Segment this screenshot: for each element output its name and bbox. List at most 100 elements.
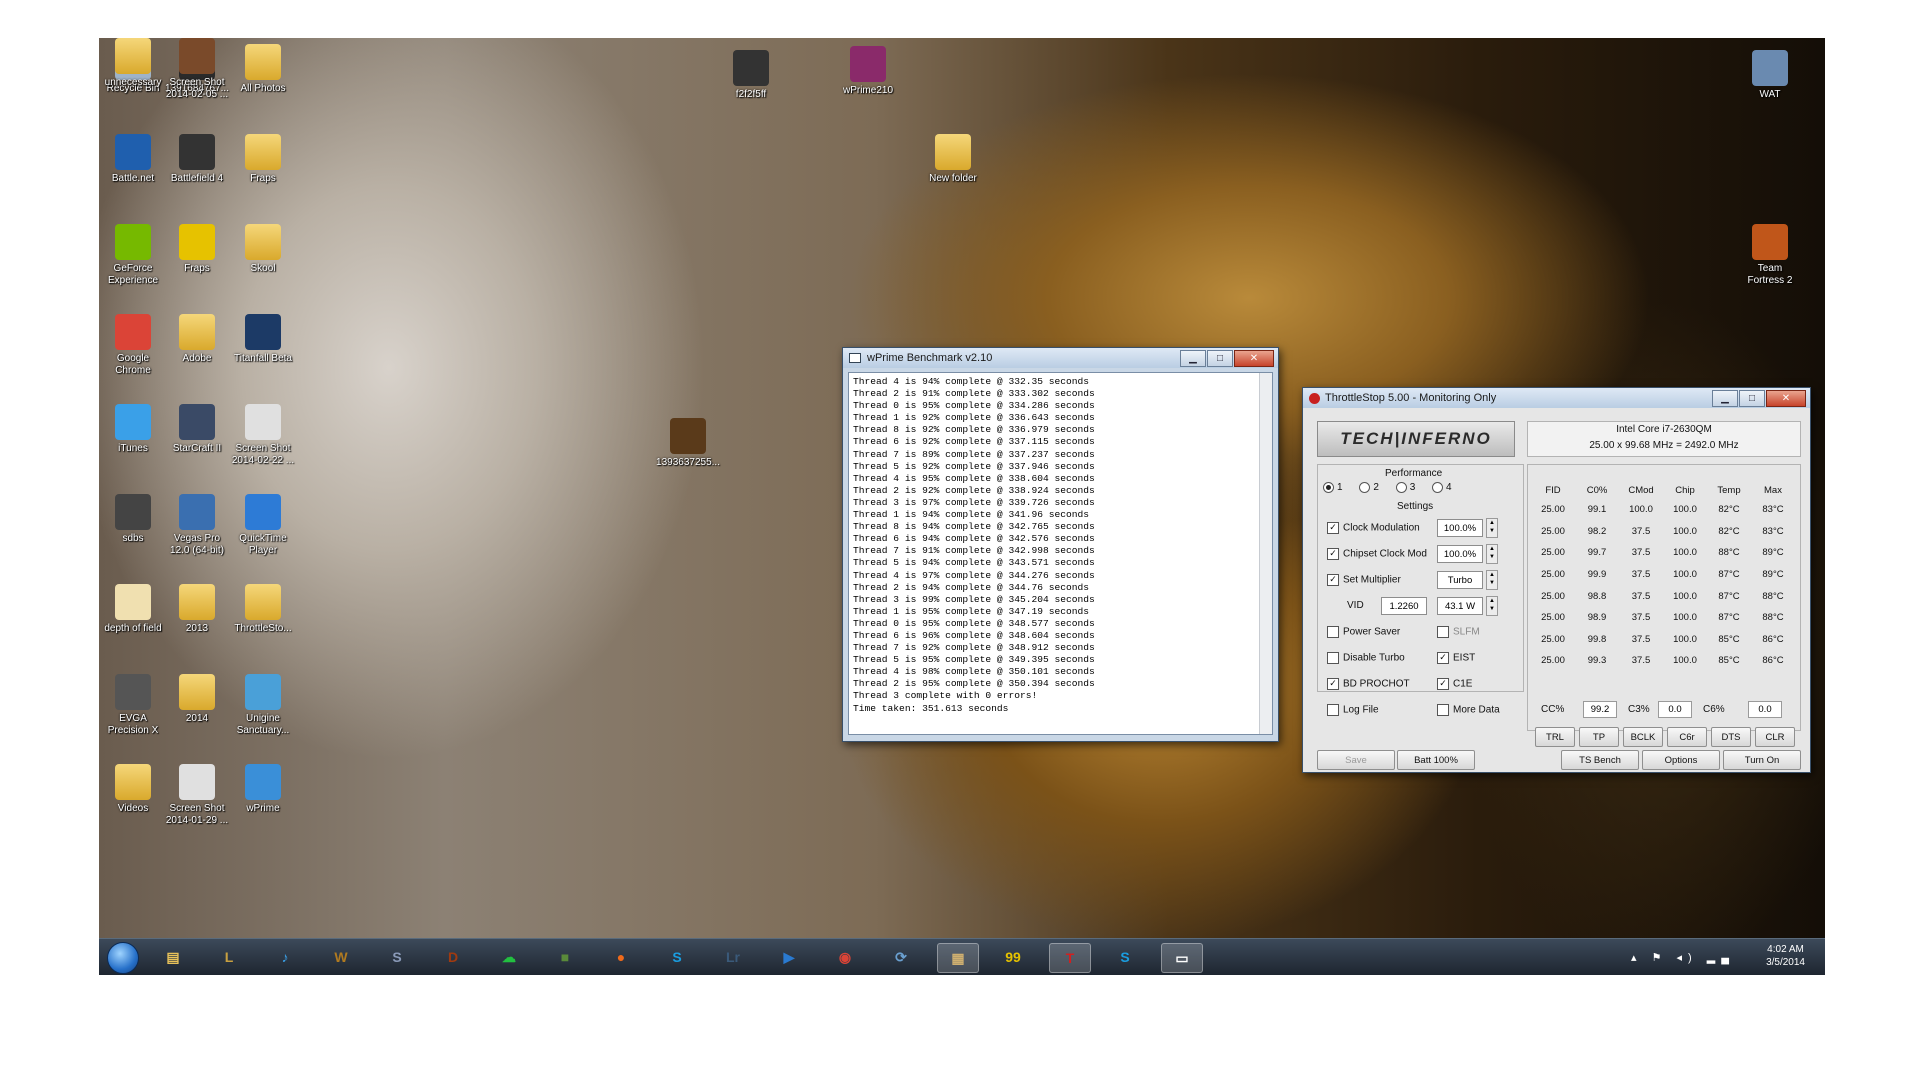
mini-button-bclk[interactable]: BCLK xyxy=(1623,727,1663,747)
more-data-checkbox[interactable]: More Data xyxy=(1437,704,1500,716)
diablo-icon[interactable]: D xyxy=(433,943,473,971)
screenshot-icon xyxy=(179,764,215,800)
desktop-icon[interactable]: ThrottleSto... xyxy=(223,584,303,635)
eist-checkbox[interactable]: ✓ EIST xyxy=(1437,652,1475,664)
ts-bench-button[interactable]: TS Bench xyxy=(1561,750,1639,770)
desktop-icon[interactable]: Team Fortress 2 xyxy=(1730,224,1810,287)
wprime-window[interactable]: wPrime Benchmark v2.10 ▁ □ ✕ Thread 4 is… xyxy=(842,347,1279,742)
set-multiplier-value[interactable]: Turbo xyxy=(1437,571,1483,589)
desktop-icon[interactable]: wPrime xyxy=(223,764,303,815)
skype-icon[interactable]: S xyxy=(657,943,697,971)
vegas-icon[interactable]: ▶ xyxy=(769,943,809,971)
chrome-icon[interactable]: ◉ xyxy=(825,943,865,971)
skype-icon[interactable]: S xyxy=(1105,943,1145,971)
power-spinner[interactable]: ▲ ▼ xyxy=(1486,596,1498,616)
wow-icon[interactable]: W xyxy=(321,943,361,971)
clock-modulation-value[interactable]: 100.0% xyxy=(1437,519,1483,537)
desktop-icon[interactable]: QuickTime Player xyxy=(223,494,303,557)
fraps-icon[interactable]: 99 xyxy=(993,943,1033,971)
desktop-icon[interactable]: New folder xyxy=(913,134,993,185)
minimize-button[interactable]: ▁ xyxy=(1712,390,1738,407)
console-line: Thread 2 is 91% complete @ 333.302 secon… xyxy=(853,388,1095,400)
maximize-button[interactable]: □ xyxy=(1739,390,1765,407)
turn-on-button[interactable]: Turn On xyxy=(1723,750,1801,770)
throttlestop-titlebar[interactable]: ThrottleStop 5.00 - Monitoring Only ▁ □ … xyxy=(1303,388,1810,408)
desktop-icon[interactable]: WAT xyxy=(1730,50,1810,101)
desktop-icon-label: Titanfall Beta xyxy=(234,353,292,364)
desktop-icon[interactable]: Titanfall Beta xyxy=(223,314,303,365)
save-button[interactable]: Save xyxy=(1317,750,1395,770)
battery-button[interactable]: Batt 100% xyxy=(1397,750,1475,770)
origin-icon[interactable]: ● xyxy=(601,943,641,971)
core-cell: 86°C xyxy=(1762,655,1784,667)
core-row: 25.00 98.8 37.5 100.0 87°C 88°C xyxy=(1531,585,1795,607)
options-button[interactable]: Options xyxy=(1642,750,1720,770)
desktop-icon[interactable]: Fraps xyxy=(223,134,303,185)
throttlestop-icon[interactable]: T xyxy=(1049,943,1091,973)
explorer-icon[interactable]: ▤ xyxy=(153,943,193,971)
desktop-icon[interactable]: Unigine Sanctuary... xyxy=(223,674,303,737)
desktop-icon[interactable]: wPrime210 xyxy=(828,46,908,97)
techinferno-logo[interactable]: TECH|INFERNO xyxy=(1317,421,1515,457)
cpu-frequency: 25.00 x 99.68 MHz = 2492.0 MHz xyxy=(1589,440,1739,451)
c3-value: 0.0 xyxy=(1658,701,1692,718)
profile-radio-4[interactable]: 4 xyxy=(1432,482,1452,493)
start-button[interactable] xyxy=(107,942,139,974)
starcraft-icon[interactable]: S xyxy=(377,943,417,971)
profile-radio-2[interactable]: 2 xyxy=(1359,482,1379,493)
core-cell: 82°C xyxy=(1718,525,1740,537)
mini-button-trl[interactable]: TRL xyxy=(1535,727,1575,747)
desktop-icon-label: Screen Shot 2014-02-22 ... xyxy=(231,443,295,466)
mini-button-dts[interactable]: DTS xyxy=(1711,727,1751,747)
cloud-icon[interactable]: ☁ xyxy=(489,943,529,971)
desktop-icon[interactable]: Skool xyxy=(223,224,303,275)
lightroom-icon[interactable]: Lr xyxy=(713,943,753,971)
wprime-window-icon[interactable]: ▭ xyxy=(1161,943,1203,973)
c1e-checkbox[interactable]: ✓ C1E xyxy=(1437,678,1472,690)
profile-radio-1[interactable]: 1 xyxy=(1323,482,1343,493)
clock-modulation-spinner[interactable]: ▲ ▼ xyxy=(1486,518,1498,538)
core-cell: 100.0 xyxy=(1673,612,1697,624)
mini-button-clr[interactable]: CLR xyxy=(1755,727,1795,747)
disable-turbo-checkbox[interactable]: Disable Turbo xyxy=(1327,652,1405,664)
profile-radio-3[interactable]: 3 xyxy=(1395,482,1415,493)
log-file-checkbox[interactable]: Log File xyxy=(1327,704,1379,716)
slfm-checkbox[interactable]: SLFM xyxy=(1437,626,1480,638)
close-button[interactable]: ✕ xyxy=(1234,350,1274,367)
core-row: 25.00 98.2 37.5 100.0 82°C 83°C xyxy=(1531,521,1795,543)
chipset-clock-mod-spinner[interactable]: ▲ ▼ xyxy=(1486,544,1498,564)
wprime-titlebar[interactable]: wPrime Benchmark v2.10 ▁ □ ✕ xyxy=(843,348,1278,368)
vid-value: 1.2260 xyxy=(1381,597,1427,615)
network-icon[interactable]: ⟳ xyxy=(881,943,921,971)
core-row: 25.00 99.8 37.5 100.0 85°C 86°C xyxy=(1531,629,1795,651)
quicktime-icon xyxy=(245,494,281,530)
minecraft-icon[interactable]: ■ xyxy=(545,943,585,971)
desktop-icon[interactable]: f2f2f5ff xyxy=(711,50,791,101)
desktop-icon[interactable]: Screen Shot 2014-02-22 ... xyxy=(223,404,303,467)
mini-button-tp[interactable]: TP xyxy=(1579,727,1619,747)
system-tray[interactable]: ▴ ⚑ ◂) ▂▄ xyxy=(1631,951,1735,964)
itunes-icon[interactable]: ♪ xyxy=(265,943,305,971)
maximize-button[interactable]: □ xyxy=(1207,350,1233,367)
mini-button-c6r[interactable]: C6r xyxy=(1667,727,1707,747)
column-header: Chip xyxy=(1675,484,1695,496)
image-viewer-icon[interactable]: ▦ xyxy=(937,943,979,973)
clock-modulation-checkbox[interactable]: ✓ Clock Modulation xyxy=(1327,522,1420,534)
set-multiplier-spinner[interactable]: ▲ ▼ xyxy=(1486,570,1498,590)
power-saver-checkbox[interactable]: Power Saver xyxy=(1327,626,1400,638)
cpu-name: Intel Core i7-2630QM xyxy=(1616,424,1712,435)
desktop-icon[interactable]: 1393637255... xyxy=(648,418,728,469)
chipset-clock-mod-value[interactable]: 100.0% xyxy=(1437,545,1483,563)
geforce-icon xyxy=(115,224,151,260)
column-header: FID xyxy=(1545,484,1561,496)
desktop-icon[interactable]: Screen Shot 2014-02-05 ... xyxy=(157,38,237,101)
close-button[interactable]: ✕ xyxy=(1766,390,1806,407)
minimize-button[interactable]: ▁ xyxy=(1180,350,1206,367)
chipset-clock-mod-checkbox[interactable]: ✓ Chipset Clock Mod xyxy=(1327,548,1427,560)
bd-prochot-checkbox[interactable]: ✓ BD PROCHOT xyxy=(1327,678,1410,690)
throttlestop-window[interactable]: ThrottleStop 5.00 - Monitoring Only ▁ □ … xyxy=(1302,387,1811,773)
set-multiplier-checkbox[interactable]: ✓ Set Multiplier xyxy=(1327,574,1401,586)
vertical-scrollbar[interactable] xyxy=(1259,373,1272,734)
league-icon[interactable]: L xyxy=(209,943,249,971)
clock[interactable]: 4:02 AM 3/5/2014 xyxy=(1766,943,1805,969)
